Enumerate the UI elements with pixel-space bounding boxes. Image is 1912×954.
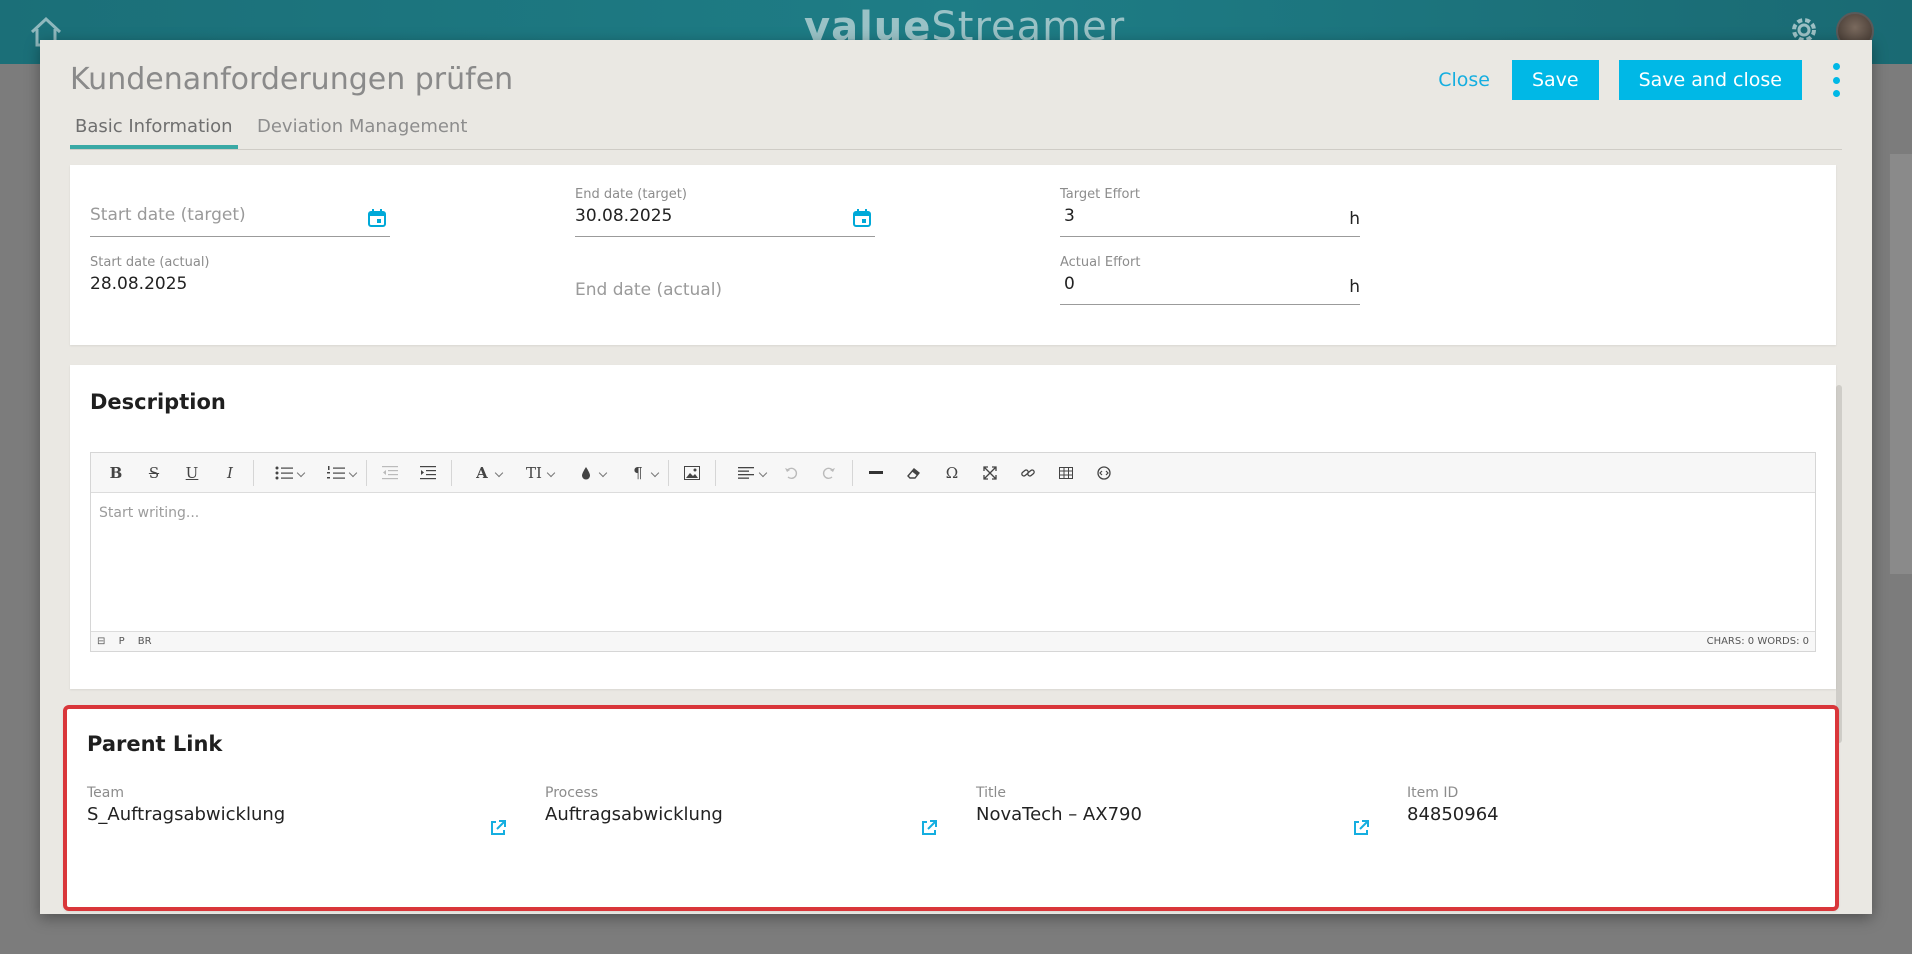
target-effort-field[interactable]: Target Effort 3 h [1060, 187, 1360, 237]
start-date-target-placeholder: Start date (target) [90, 205, 246, 225]
image-icon[interactable] [673, 458, 711, 488]
special-character-button[interactable]: Ω [933, 458, 971, 488]
align-icon[interactable] [720, 458, 772, 488]
parent-team-field: Team S_Auftragsabwicklung [87, 785, 285, 825]
undo-icon[interactable] [772, 458, 810, 488]
end-date-actual-placeholder: End date (actual) [575, 280, 723, 300]
target-effort-label: Target Effort [1060, 187, 1140, 202]
tab-deviation-management[interactable]: Deviation Management [252, 116, 472, 145]
parent-link-card: Parent Link Team S_Auftragsabwicklung Pr… [63, 705, 1839, 911]
tab-basic-information[interactable]: Basic Information [70, 116, 238, 149]
scrollbar[interactable] [1836, 385, 1842, 743]
bold-button[interactable]: B [97, 458, 135, 488]
fullscreen-icon[interactable] [971, 458, 1009, 488]
process-label: Process [545, 785, 599, 801]
editor-toolbar: B S U I A TI ¶ Ω [91, 453, 1815, 493]
save-and-close-button[interactable]: Save and close [1618, 60, 1802, 100]
end-date-target-field[interactable]: End date (target) 30.08.2025 [575, 187, 875, 237]
description-card: Description B S U I A TI ¶ Ω Start writi… [70, 365, 1836, 689]
end-date-target-label: End date (target) [575, 187, 687, 202]
start-date-target-field[interactable]: Start date (target) [90, 205, 390, 237]
start-date-actual-value: 28.08.2025 [90, 274, 188, 294]
target-effort-value: 3 [1064, 206, 1075, 226]
modal-title: Kundenanforderungen prüfen [70, 62, 514, 97]
start-date-actual-label: Start date (actual) [90, 255, 210, 270]
calendar-icon[interactable] [851, 207, 873, 229]
word-count: CHARS: 0 WORDS: 0 [1706, 636, 1809, 647]
modal-actions: Close Save Save and close [1438, 60, 1842, 100]
horizontal-rule-icon[interactable] [857, 458, 895, 488]
font-color-button[interactable]: A [456, 458, 508, 488]
end-date-actual-field: End date (actual) [575, 280, 875, 310]
paragraph-style-button[interactable]: ¶ [612, 458, 664, 488]
editor-statusbar: ⊟ P BR CHARS: 0 WORDS: 0 [91, 631, 1815, 651]
underline-button[interactable]: U [173, 458, 211, 488]
item-id-value: 84850964 [1407, 804, 1499, 825]
rich-text-editor: B S U I A TI ¶ Ω Start writing... ⊟ P BR… [90, 452, 1816, 652]
eraser-icon[interactable] [895, 458, 933, 488]
parent-link-title: Parent Link [87, 732, 223, 756]
team-value: S_Auftragsabwicklung [87, 804, 286, 825]
parent-process-field: Process Auftragsabwicklung [545, 785, 723, 825]
parent-title-field: Title NovaTech – AX790 [976, 785, 1142, 825]
italic-button[interactable]: I [211, 458, 249, 488]
status-collapse-icon[interactable]: ⊟ [97, 636, 105, 647]
link-icon[interactable] [1009, 458, 1047, 488]
editor-content[interactable]: Start writing... [91, 493, 1815, 633]
title-label: Title [976, 785, 1007, 801]
open-external-icon[interactable] [920, 819, 938, 837]
save-button[interactable]: Save [1511, 60, 1599, 100]
open-external-icon[interactable] [489, 819, 507, 837]
title-value: NovaTech – AX790 [976, 804, 1142, 825]
actual-effort-value: 0 [1064, 274, 1075, 294]
bullet-list-icon[interactable] [258, 458, 310, 488]
close-button[interactable]: Close [1438, 69, 1490, 91]
team-label: Team [87, 785, 125, 801]
source-code-icon[interactable] [1085, 458, 1123, 488]
background-color-icon[interactable] [560, 458, 612, 488]
target-effort-unit: h [1349, 209, 1360, 229]
more-options-icon[interactable] [1830, 63, 1842, 97]
process-value: Auftragsabwicklung [545, 804, 723, 825]
open-external-icon[interactable] [1352, 819, 1370, 837]
text-size-button[interactable]: TI [508, 458, 560, 488]
table-icon[interactable] [1047, 458, 1085, 488]
calendar-icon[interactable] [366, 207, 388, 229]
start-date-actual-field: Start date (actual) 28.08.2025 [90, 255, 390, 305]
actual-effort-field[interactable]: Actual Effort 0 h [1060, 255, 1360, 305]
redo-icon[interactable] [810, 458, 848, 488]
status-path-p[interactable]: P [119, 636, 125, 647]
outdent-icon[interactable] [371, 458, 409, 488]
modal-tabs: Basic Information Deviation Management [70, 116, 1842, 150]
numbered-list-icon[interactable] [310, 458, 362, 488]
actual-effort-unit: h [1349, 277, 1360, 297]
item-id-label: Item ID [1407, 785, 1459, 801]
dates-card: Start date (target) End date (target) 30… [70, 165, 1836, 345]
indent-icon[interactable] [409, 458, 447, 488]
description-title: Description [90, 390, 226, 414]
edit-task-modal: Kundenanforderungen prüfen Close Save Sa… [40, 40, 1872, 914]
end-date-target-value: 30.08.2025 [575, 206, 673, 226]
status-path-br[interactable]: BR [138, 636, 152, 647]
parent-item-id-field: Item ID 84850964 [1407, 785, 1499, 825]
strikethrough-button[interactable]: S [135, 458, 173, 488]
actual-effort-label: Actual Effort [1060, 255, 1141, 270]
